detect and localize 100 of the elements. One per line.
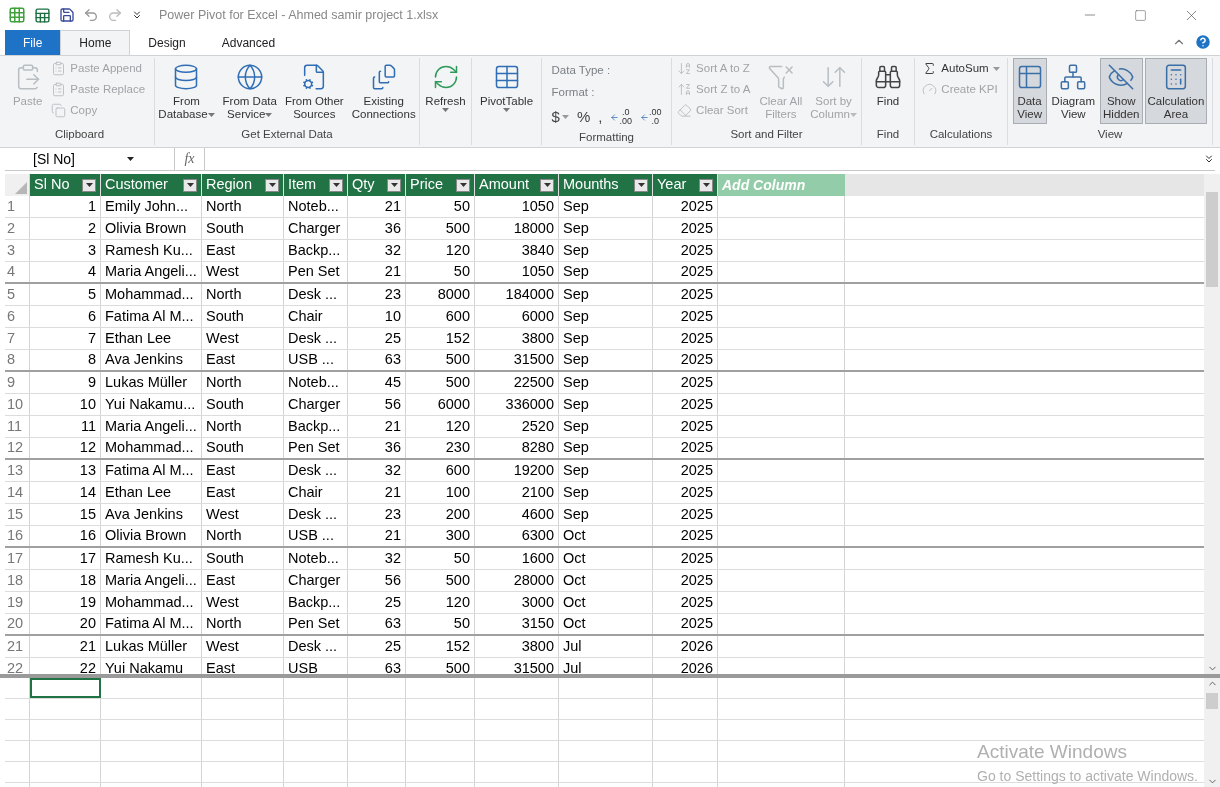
column-header[interactable]: Year <box>653 174 718 196</box>
table-cell-text: Backp... <box>288 240 341 260</box>
excel-icon[interactable] <box>34 6 51 24</box>
customize-toolbar-icon[interactable] <box>131 9 143 21</box>
filter-dropdown-icon[interactable] <box>265 178 279 192</box>
table-cell-text: Fatima Al M... <box>105 614 194 634</box>
ribbon-button[interactable]: Show Hidden <box>1100 58 1143 124</box>
filter-dropdown-icon[interactable] <box>456 178 470 192</box>
ribbon-tab[interactable]: Design <box>130 30 204 55</box>
help-icon[interactable] <box>1194 33 1212 51</box>
ribbon-button[interactable]: Data View <box>1012 58 1047 124</box>
table-cell-text: 600 <box>445 460 470 480</box>
table-cell-text: 2025 <box>680 394 713 414</box>
table-cell-text: 2025 <box>680 460 713 480</box>
table-cell-text: Pen Set <box>288 262 340 282</box>
table-cell-text: North <box>206 614 242 634</box>
ribbon-button[interactable]: From Database <box>155 58 218 124</box>
table-cell-text: Sep <box>563 218 589 238</box>
scroll-thumb[interactable] <box>1206 693 1218 709</box>
ribbon-button[interactable]: From Other Sources <box>281 58 347 124</box>
scroll-thumb[interactable] <box>1206 192 1218 287</box>
column-header[interactable]: Sl No <box>30 174 101 196</box>
table-cell-text: North <box>206 416 242 436</box>
eraser-icon <box>677 103 693 118</box>
file-button[interactable]: File <box>5 30 61 55</box>
column-header[interactable]: Mounths <box>559 174 653 196</box>
ribbon-button[interactable]: AutoSum <box>918 58 1004 79</box>
expand-icon[interactable] <box>1203 153 1215 165</box>
filter-dropdown-icon[interactable] <box>183 178 197 192</box>
table-cell-text: 25 <box>384 592 401 612</box>
format-button[interactable]: $ <box>551 106 569 129</box>
table-cell-text: West <box>206 504 239 524</box>
filter-dropdown-icon[interactable] <box>634 178 648 192</box>
ribbon-button[interactable]: Existing Connections <box>348 58 419 124</box>
table-cell-text: North <box>206 284 242 304</box>
ribbon-button[interactable]: PivotTable <box>476 58 537 124</box>
table-cell-text: Mohammad... <box>105 438 194 458</box>
scrollbar[interactable] <box>1204 174 1220 674</box>
undo-icon[interactable] <box>83 7 99 23</box>
column-header[interactable]: Item <box>284 174 348 196</box>
column-header[interactable]: Amount <box>475 174 559 196</box>
table-cell-text: North <box>206 372 242 392</box>
table-cell-text: 21 <box>384 262 401 282</box>
table-cell-text: West <box>206 636 239 656</box>
table-cell-text: Charger <box>288 218 341 238</box>
row-number: 3 <box>5 240 30 261</box>
row-number: 21 <box>5 636 30 657</box>
ribbon-button[interactable]: Find <box>871 58 905 124</box>
ribbon-button[interactable]: From Data Service <box>219 58 280 124</box>
table-cell-text: 2025 <box>680 240 713 260</box>
arrow-icon <box>639 112 649 122</box>
table-cell-text: Sep <box>563 262 589 282</box>
table-cell-text: Lukas Müller <box>105 636 188 656</box>
column-header[interactable]: Qty <box>348 174 406 196</box>
group-label: Find <box>876 127 900 143</box>
caret-icon <box>207 112 215 117</box>
scrollbar[interactable] <box>1204 678 1220 787</box>
table-cell-text: Ramesh Ku... <box>105 548 193 568</box>
table-cell-text: 17 <box>79 548 96 568</box>
table-cell-text: Desk ... <box>288 460 338 480</box>
ribbon-button[interactable]: Diagram View <box>1048 58 1099 124</box>
filter-dropdown-icon[interactable] <box>82 178 96 192</box>
ribbon-tab[interactable]: Home <box>60 30 131 55</box>
group-label: Get External Data <box>241 127 333 143</box>
table-cell-text: 19 <box>79 592 96 612</box>
decimal-button[interactable]: .0 .00 <box>610 108 632 127</box>
group-label: Sort and Filter <box>730 127 803 143</box>
table-cell-text: Maria Angeli... <box>105 416 197 436</box>
table-cell-text: 2025 <box>680 196 713 216</box>
row-number: 5 <box>5 284 30 305</box>
save-icon[interactable] <box>59 7 75 23</box>
filter-dropdown-icon[interactable] <box>387 178 401 192</box>
table-cell-text: 50 <box>453 548 470 568</box>
row-number: 16 <box>5 526 30 546</box>
table-cell-text: 230 <box>445 438 470 458</box>
name-box[interactable]: [Sl No] <box>5 148 175 170</box>
ribbon-tab[interactable]: Advanced <box>203 30 294 55</box>
decimal-button[interactable]: .00 .0 <box>639 108 662 127</box>
ribbon-button[interactable]: Calculation Area <box>1144 58 1208 124</box>
column-header[interactable]: Customer <box>101 174 202 196</box>
table-cell-text: 18000 <box>513 218 554 238</box>
format-button[interactable]: % <box>576 106 591 129</box>
column-header[interactable]: Price <box>406 174 475 196</box>
table-cell-text: 7 <box>87 328 96 348</box>
table-cell-text: 3150 <box>521 614 554 634</box>
filter-dropdown-icon[interactable] <box>329 178 343 192</box>
format-button[interactable]: , <box>598 106 603 129</box>
ribbon-button[interactable]: Refresh <box>422 58 469 124</box>
column-header[interactable]: Region <box>202 174 284 196</box>
table-cell-text: 600 <box>445 306 470 326</box>
window-title: Power Pivot for Excel - Ahmed samir project 1.xlsx <box>159 6 439 24</box>
table-cell-text: Noteb... <box>288 548 339 568</box>
table-cell-text: 63 <box>384 658 401 674</box>
group-label: View <box>1097 127 1123 143</box>
filter-dropdown-icon[interactable] <box>540 178 554 192</box>
filter-dropdown-icon[interactable] <box>699 178 713 192</box>
calculation-cell[interactable] <box>30 678 101 698</box>
table-cell-text: South <box>206 438 244 458</box>
table-cell-text: West <box>206 262 239 282</box>
table-cell-text: 3800 <box>521 636 554 656</box>
